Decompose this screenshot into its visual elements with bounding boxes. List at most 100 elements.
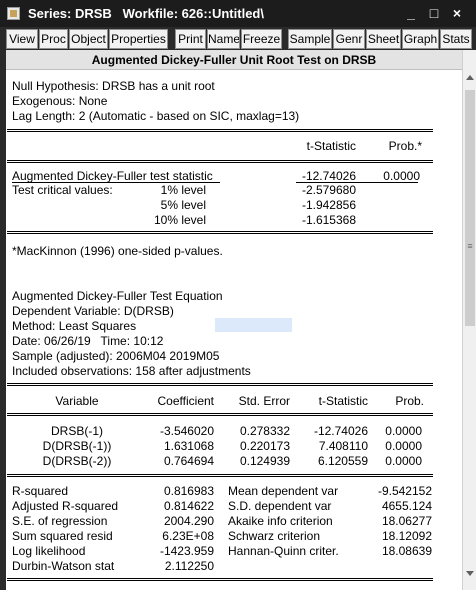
stat-label: S.E. of regression — [12, 514, 108, 528]
view-button[interactable]: View — [6, 29, 38, 49]
critical-values-label: Test critical values: — [12, 183, 113, 197]
equation-title: Augmented Dickey-Fuller Test Equation — [12, 289, 223, 303]
sample-range: Sample (adjusted): 2006M04 2019M05 — [12, 349, 220, 363]
rule-line — [7, 413, 433, 414]
coef-prob: 0.0000 — [385, 454, 422, 468]
coef-tstat: -12.74026 — [313, 424, 368, 438]
scroll-thumb[interactable]: ≡ — [465, 90, 475, 326]
stat-value: 4655.124 — [381, 499, 432, 513]
adf-prob-value: 0.0000 — [383, 169, 420, 183]
stat-value: 0.814622 — [163, 499, 214, 513]
date-time: Date: 06/26/19 Time: 10:12 — [12, 334, 164, 348]
freeze-button[interactable]: Freeze — [241, 29, 282, 49]
scroll-down-arrow-icon[interactable] — [466, 571, 474, 576]
rule-line — [7, 578, 433, 579]
stat-label: Log likelihood — [12, 544, 86, 558]
rule-line — [7, 233, 433, 234]
vertical-scrollbar[interactable]: ≡ — [462, 50, 476, 590]
stat-value: -1423.959 — [159, 544, 214, 558]
graph-button[interactable]: Graph — [402, 29, 439, 49]
coef-prob: 0.0000 — [385, 424, 422, 438]
sheet-button[interactable]: Sheet — [366, 29, 401, 49]
coef-value: 1.631068 — [163, 439, 214, 453]
stat-value: 6.23E+08 — [162, 529, 214, 543]
eviews-series-window: Series: DRSB Workfile: 626::Untitled\ _ … — [0, 0, 476, 590]
close-icon[interactable]: × — [448, 4, 466, 22]
window-title: Series: DRSB Workfile: 626::Untitled\ — [28, 6, 264, 21]
crit-value-1: -2.579680 — [301, 183, 356, 197]
stat-value: 0.816983 — [163, 484, 214, 498]
stat-value: -9.542152 — [377, 484, 432, 498]
stat-label: R-squared — [12, 484, 69, 498]
rule-line — [7, 385, 433, 386]
coef-std-error: 0.124939 — [239, 454, 290, 468]
coef-tstat: 7.408110 — [318, 439, 368, 453]
crit-value-5: -1.942856 — [301, 198, 356, 212]
stats-button[interactable]: Stats — [440, 29, 472, 49]
stat-label: Adjusted R-squared — [12, 499, 119, 513]
crit-level-5: 5% level — [160, 198, 206, 212]
stat-value: 2004.290 — [163, 514, 214, 528]
lag-length: Lag Length: 2 (Automatic - based on SIC,… — [12, 109, 300, 123]
scroll-up-arrow-icon[interactable] — [466, 75, 474, 80]
rule-line — [7, 383, 433, 384]
rule-line — [7, 476, 433, 477]
adf-stat-label: Augmented Dickey-Fuller test statistic — [12, 169, 213, 183]
col-header-prob: Prob.* — [388, 139, 422, 153]
proc-button[interactable]: Proc — [39, 29, 68, 49]
col-header-prob: Prob. — [395, 394, 424, 408]
crit-level-10: 10% level — [153, 213, 206, 227]
rule-line — [7, 231, 433, 232]
minimize-icon[interactable]: _ — [402, 4, 420, 22]
rule-line — [7, 580, 433, 581]
output-header: Augmented Dickey-Fuller Unit Root Test o… — [6, 50, 462, 70]
object-button[interactable]: Object — [69, 29, 108, 49]
genr-button[interactable]: Genr — [333, 29, 365, 49]
included-observations: Included observations: 158 after adjustm… — [12, 364, 251, 378]
crit-level-1: 1% level — [160, 183, 206, 197]
col-header-variable: Variable — [55, 394, 99, 408]
selection-highlight — [215, 318, 292, 332]
rule-line — [7, 160, 433, 161]
rule-line — [7, 131, 433, 132]
rule-line — [7, 162, 433, 163]
null-hypothesis: Null Hypothesis: DRSB has a unit root — [12, 79, 215, 93]
stat-label: Sum squared resid — [12, 529, 113, 543]
maximize-icon[interactable]: □ — [425, 4, 443, 22]
print-button[interactable]: Print — [175, 29, 206, 49]
dependent-variable: Dependent Variable: D(DRSB) — [12, 304, 174, 318]
output-view[interactable]: Augmented Dickey-Fuller Unit Root Test o… — [6, 50, 462, 590]
title-bar[interactable]: Series: DRSB Workfile: 626::Untitled\ _ … — [0, 0, 476, 27]
name-button[interactable]: Name — [207, 29, 240, 49]
col-header-coefficient: Coefficient — [157, 394, 214, 408]
stat-label: S.D. dependent var — [228, 499, 332, 513]
stat-value: 18.12092 — [381, 529, 432, 543]
coef-variable: D(DRSB(-1)) — [42, 439, 112, 453]
toolbar: View Proc Object Properties Print Name F… — [0, 27, 476, 49]
coef-prob: 0.0000 — [385, 439, 422, 453]
stat-label: Mean dependent var — [228, 484, 339, 498]
coef-variable: D(DRSB(-2)) — [42, 454, 112, 468]
coef-std-error: 0.278332 — [239, 424, 290, 438]
series-window-icon — [7, 7, 20, 20]
coef-tstat: 6.120559 — [317, 454, 368, 468]
properties-button[interactable]: Properties — [109, 29, 168, 49]
adf-stat-value: -12.74026 — [301, 169, 356, 183]
coef-value: -3.546020 — [159, 424, 214, 438]
crit-value-10: -1.615368 — [301, 213, 356, 227]
rule-line — [7, 474, 433, 475]
col-header-tstat: t-Statistic — [306, 139, 356, 153]
stat-label: Schwarz criterion — [228, 529, 321, 543]
stat-value: 18.08639 — [381, 544, 432, 558]
coef-std-error: 0.220173 — [239, 439, 290, 453]
stat-label: Hannan-Quinn criter. — [228, 544, 339, 558]
stat-value: 18.06277 — [381, 514, 432, 528]
stat-label: Akaike info criterion — [228, 514, 333, 528]
coef-variable: DRSB(-1) — [50, 424, 103, 438]
method: Method: Least Squares — [12, 319, 137, 333]
stat-label: Durbin-Watson stat — [12, 559, 115, 573]
coef-value: 0.764694 — [163, 454, 214, 468]
exogenous: Exogenous: None — [12, 94, 108, 108]
sample-button[interactable]: Sample — [288, 29, 332, 49]
stat-value: 2.112250 — [164, 559, 214, 573]
